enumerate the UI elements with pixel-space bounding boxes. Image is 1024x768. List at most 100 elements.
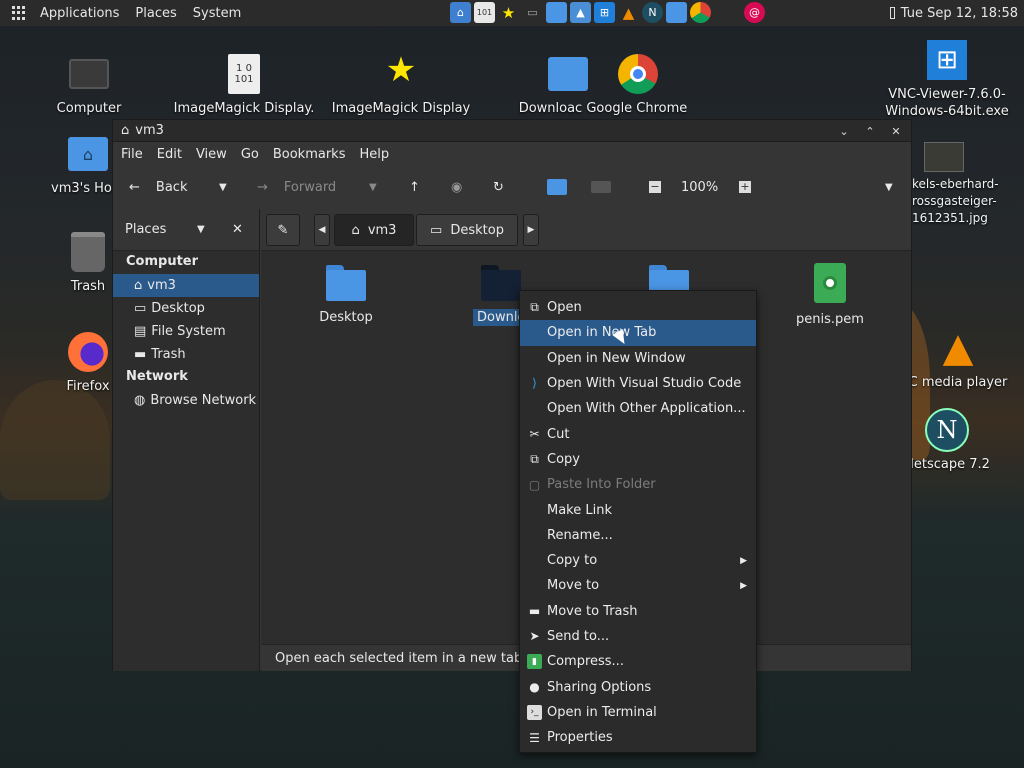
sidebar-item-desktop[interactable]: ▭ Desktop	[113, 297, 259, 320]
folder-launcher-icon-2[interactable]	[666, 2, 687, 23]
vlc-launcher-icon[interactable]: ▲	[618, 2, 639, 23]
menu-item-move-to-trash[interactable]: ▬ Move to Trash	[520, 599, 756, 624]
downloads-chrome-icon	[538, 52, 668, 96]
menu-item-sharing-options[interactable]: ● Sharing Options	[520, 674, 756, 699]
menu-item-copy[interactable]: ⧉ Copy	[520, 447, 756, 472]
toolbar-overflow-dropdown[interactable]: ▼	[885, 182, 893, 193]
menu-item-open-with-other[interactable]: Open With Other Application...	[520, 396, 756, 421]
menu-item-copy-to[interactable]: Copy to ▶	[520, 548, 756, 573]
sidebar-item-file-system[interactable]: ▤ File System	[113, 320, 259, 343]
binary-file-launcher-icon[interactable]: 101	[474, 2, 495, 23]
menu-item-open-with-vscode[interactable]: ⟩ Open With Visual Studio Code	[520, 371, 756, 396]
places-menu[interactable]: Places	[127, 6, 184, 21]
desktop-icon-imagemagick-1[interactable]: 1 0 101 ImageMagick Display.	[174, 52, 314, 117]
home-icon: ⌂	[134, 278, 143, 293]
desktop-icon-firefox[interactable]: Firefox	[62, 330, 114, 395]
sidebar-section-network: Network	[126, 369, 188, 384]
system-menu[interactable]: System	[185, 6, 249, 21]
desktop-icon-vlc[interactable]: ▲ C media player	[909, 326, 1008, 391]
menu-go[interactable]: Go	[233, 147, 265, 162]
forward-history-dropdown[interactable]: ▼	[369, 182, 377, 193]
menu-item-cut[interactable]: ✂ Cut	[520, 421, 756, 446]
stop-icon[interactable]: ◉	[451, 180, 462, 195]
desktop-icon-vnc-viewer[interactable]: ⊞ VNC-Viewer-7.6.0- Windows-64bit.exe	[885, 38, 1009, 120]
pencil-icon: ✎	[277, 222, 289, 238]
netscape-launcher-icon[interactable]: N	[642, 2, 663, 23]
desktop-icon-netscape[interactable]: N Netscape 7.2	[904, 408, 990, 473]
desktop-icon-jpg[interactable]: kels-eberhard- rossgasteiger- 1612351.jp…	[912, 140, 1006, 227]
forward-button[interactable]: → Forward	[257, 180, 336, 195]
desktop-icon-label: 1612351.jpg	[912, 211, 988, 225]
star-launcher-icon[interactable]: ★	[498, 2, 519, 23]
sidebar-item-label: File System	[151, 324, 226, 339]
desktop-icon-chrome[interactable]: Downloac Google Chrome	[519, 52, 687, 117]
menu-item-open-in-new-tab[interactable]: Open in New Tab	[520, 320, 756, 346]
clipboard-icon: ▢	[528, 477, 541, 492]
edit-location-button[interactable]: ✎	[266, 214, 300, 246]
sidebar-header: Places ▼ ✕	[113, 209, 259, 251]
back-button[interactable]: ← Back	[129, 180, 187, 195]
menu-item-properties[interactable]: ☰ Properties	[520, 725, 756, 750]
file-item-desktop[interactable]: Desktop	[315, 265, 377, 326]
menu-item-move-to[interactable]: Move to ▶	[520, 573, 756, 598]
folder-launcher-icon[interactable]	[546, 2, 567, 23]
menu-item-open-in-terminal[interactable]: ›_ Open in Terminal	[520, 700, 756, 725]
desktop-icon-home[interactable]: ⌂ vm3's Hor	[48, 132, 117, 197]
menubar: File Edit View Go Bookmarks Help	[113, 142, 911, 166]
window-titlebar[interactable]: ⌂ vm3 ⌄ ⌃ ✕	[113, 120, 911, 142]
close-icon[interactable]: ✕	[887, 122, 905, 140]
menu-item-compress[interactable]: ▮ Compress...	[520, 649, 756, 674]
menu-edit[interactable]: Edit	[149, 147, 188, 162]
sidebar-close-icon[interactable]: ✕	[232, 222, 243, 237]
drive-icon: ▤	[134, 324, 147, 339]
menu-item-make-link[interactable]: Make Link	[520, 497, 756, 522]
path-scroll-right[interactable]: ▶	[523, 214, 539, 246]
path-segment-desktop[interactable]: ▭ Desktop	[416, 214, 518, 246]
menu-bookmarks[interactable]: Bookmarks	[265, 147, 352, 162]
menu-item-open-in-new-window[interactable]: Open in New Window	[520, 346, 756, 371]
minimize-icon[interactable]: ⌄	[835, 122, 853, 140]
menu-view[interactable]: View	[188, 147, 233, 162]
desktop-icon-imagemagick-2[interactable]: ★ ImageMagick Display	[332, 44, 471, 117]
menu-item-label: Sharing Options	[547, 679, 652, 695]
monitor-launcher-icon[interactable]: ▭	[522, 2, 543, 23]
menu-item-rename[interactable]: Rename...	[520, 523, 756, 548]
menu-item-open[interactable]: ⧉ Open	[520, 295, 756, 320]
file-item-penis-pem[interactable]: penis.pem	[795, 263, 865, 328]
reload-icon[interactable]: ↻	[493, 180, 504, 195]
sidebar-item-trash[interactable]: ▬ Trash	[113, 343, 259, 366]
windows-launcher-icon[interactable]: ⊞	[594, 2, 615, 23]
menu-item-send-to[interactable]: ➤ Send to...	[520, 624, 756, 649]
clock[interactable]: Tue Sep 12, 18:58	[889, 0, 1018, 26]
zoom-in-icon[interactable]: +	[739, 181, 751, 193]
sidebar-item-vm3[interactable]: ⌂ vm3	[113, 274, 259, 297]
maximize-icon[interactable]: ⌃	[861, 122, 879, 140]
image-viewer-launcher-icon[interactable]: ▲	[570, 2, 591, 23]
computer-button-icon[interactable]	[591, 181, 611, 193]
applications-menu[interactable]: Applications	[32, 6, 127, 21]
sidebar-type-dropdown-icon[interactable]: ▼	[197, 224, 205, 235]
desktop-icon-trash[interactable]: Trash	[60, 230, 116, 295]
desktop-icon-computer[interactable]: Computer	[52, 52, 126, 117]
windows-executable-icon: ⊞	[925, 38, 969, 82]
up-arrow-icon[interactable]: ↑	[409, 180, 420, 195]
menu-item-label: Open in New Tab	[547, 325, 657, 341]
menu-help[interactable]: Help	[351, 147, 395, 162]
chrome-launcher-icon[interactable]	[690, 2, 711, 23]
forward-arrow-icon: →	[257, 179, 268, 195]
back-history-dropdown[interactable]: ▼	[219, 182, 227, 193]
home-folder-launcher-icon[interactable]: ⌂	[450, 2, 471, 23]
home-icon: ⌂	[121, 123, 130, 138]
desktop-icon-label: C media player	[908, 375, 1008, 390]
desktop-icon: ▭	[430, 222, 443, 238]
apps-grid-icon[interactable]	[12, 6, 26, 20]
zoom-out-icon[interactable]: −	[649, 181, 661, 193]
back-label: Back	[155, 179, 188, 195]
path-scroll-left[interactable]: ◀	[314, 214, 330, 246]
debian-launcher-icon[interactable]: @	[744, 2, 765, 23]
menu-file[interactable]: File	[113, 147, 149, 162]
desktop-icon-label: Netscape 7.2	[904, 457, 990, 472]
sidebar-item-browse-network[interactable]: ◍ Browse Network	[113, 389, 259, 412]
home-folder-button-icon[interactable]	[547, 179, 567, 195]
path-segment-vm3[interactable]: ⌂ vm3	[334, 214, 414, 246]
